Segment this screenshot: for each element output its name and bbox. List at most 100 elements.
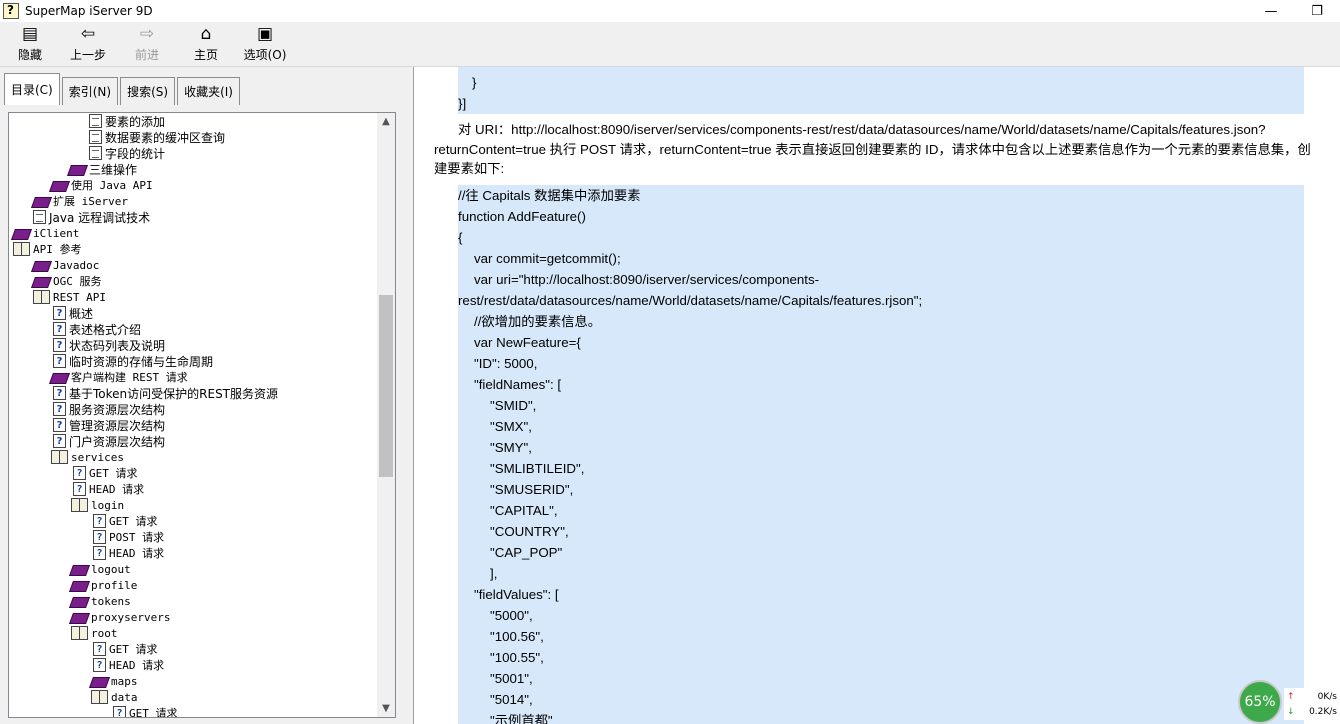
tree-item[interactable]: Java 远程调试技术: [33, 209, 150, 225]
code-line: "5000",: [490, 608, 533, 623]
download-speed: 0.2K/s: [1309, 707, 1337, 717]
page-icon: [89, 146, 102, 160]
scroll-up-icon[interactable]: ▲: [377, 113, 395, 130]
closed-book-icon: [33, 259, 50, 271]
options-label: 选项(O): [243, 48, 287, 62]
tree-item-label: iClient: [33, 226, 80, 240]
tree-item[interactable]: 扩展 iServer: [33, 193, 128, 209]
code-line: "fieldValues": [: [474, 587, 559, 602]
tab-index[interactable]: 索引(N): [61, 77, 119, 105]
minimize-button[interactable]: —: [1248, 0, 1294, 22]
download-arrow-icon: ↓: [1287, 707, 1295, 717]
code-line: "SMUSERID",: [490, 482, 574, 497]
tree-item-label: logout: [91, 562, 131, 576]
tree-item-label: 三维操作: [89, 162, 138, 177]
tree-item[interactable]: ? GET 请求: [73, 465, 138, 481]
tree-item[interactable]: proxyservers: [71, 609, 170, 625]
open-book-icon: [91, 690, 108, 704]
page-icon: [89, 130, 102, 144]
tree-item-label: 数据要素的缓冲区查询: [105, 130, 226, 145]
forward-button[interactable]: ⇨ 前进: [132, 24, 162, 64]
tree-item[interactable]: ? 概述: [53, 305, 93, 321]
back-icon: ⇦: [80, 24, 96, 44]
tree-item[interactable]: 要素的添加: [89, 113, 165, 129]
tree-item[interactable]: 使用 Java API: [51, 177, 153, 193]
tree-item[interactable]: ? 表述格式介绍: [53, 321, 141, 337]
help-topic-icon: ?: [53, 434, 66, 448]
tree-item[interactable]: ? HEAD 请求: [73, 481, 144, 497]
contents-tree: 要素的添加 数据要素的缓冲区查询 字段的统计 三维操作 使用 Java API 扩展 iS…: [8, 112, 396, 718]
tree-item[interactable]: 数据要素的缓冲区查询: [89, 129, 225, 145]
help-topic-icon: ?: [53, 402, 66, 416]
upload-arrow-icon: ↑: [1287, 692, 1295, 702]
back-label: 上一步: [69, 48, 106, 62]
tree-item[interactable]: ? GET 请求: [113, 705, 178, 717]
tree-item-label: proxyservers: [91, 610, 171, 624]
tree-item[interactable]: OGC 服务: [33, 273, 102, 289]
tree-item[interactable]: ? 基于Token访问受保护的REST服务资源: [53, 385, 278, 401]
tree-item[interactable]: services: [51, 449, 124, 465]
help-topic-icon: ?: [93, 642, 106, 656]
tree-item-label: GET 请求: [89, 467, 138, 480]
tree-item[interactable]: iClient: [13, 225, 79, 241]
tree-item[interactable]: 字段的统计: [89, 145, 165, 161]
tab-contents[interactable]: 目录(C): [4, 73, 60, 105]
options-button[interactable]: ▣ 选项(O): [242, 24, 288, 64]
help-topic-icon: ?: [53, 322, 66, 336]
closed-book-icon: [13, 227, 30, 239]
open-book-icon: [51, 450, 68, 464]
code-line: var NewFeature={: [474, 335, 581, 350]
net-speed-box: ↑ 0K/s ↓ 0.2K/s: [1284, 688, 1340, 720]
tree-item[interactable]: maps: [91, 673, 138, 689]
tab-favorites[interactable]: 收藏夹(I): [177, 77, 240, 105]
description-paragraph: 对 URI：http://localhost:8090/iserver/serv…: [434, 122, 1311, 176]
tree-scrollbar[interactable]: ▲ ▼: [377, 113, 395, 717]
tree-item-label: OGC 服务: [53, 275, 102, 288]
page-icon: [89, 114, 102, 128]
hide-button[interactable]: ▤ 隐藏: [14, 24, 46, 64]
code-line: function AddFeature(): [458, 209, 586, 224]
help-topic-icon: ?: [53, 338, 66, 352]
tree-item[interactable]: logout: [71, 561, 131, 577]
restore-button[interactable]: ❐: [1294, 0, 1340, 22]
tree-item-label: GET 请求: [109, 515, 158, 528]
tree-item[interactable]: ? HEAD 请求: [93, 545, 164, 561]
help-topic-icon: ?: [93, 546, 106, 560]
tree-item-label: services: [71, 450, 124, 464]
tree-item[interactable]: ? 门户资源层次结构: [53, 433, 165, 449]
back-button[interactable]: ⇦ 上一步: [68, 24, 108, 64]
code-line: "CAP_POP": [490, 545, 563, 560]
tree-item-label: 管理资源层次结构: [69, 418, 166, 433]
tree-item[interactable]: ? GET 请求: [93, 641, 158, 657]
tab-search[interactable]: 搜索(S): [120, 77, 176, 105]
tree-item[interactable]: ? 临时资源的存储与生命周期: [53, 353, 213, 369]
scroll-thumb[interactable]: [379, 295, 393, 477]
tree-item[interactable]: API 参考: [13, 241, 82, 257]
tree-item[interactable]: ? HEAD 请求: [93, 657, 164, 673]
tree-item[interactable]: REST API: [33, 289, 106, 305]
home-button[interactable]: ⌂ 主页: [191, 24, 221, 64]
tree-item[interactable]: ? 服务资源层次结构: [53, 401, 165, 417]
code-line: "CAPITAL",: [490, 503, 558, 518]
code-line: {: [458, 230, 463, 245]
page-icon: [33, 210, 46, 224]
code-line: var uri="http://localhost:8090/iserver/s…: [474, 272, 820, 287]
tree-item[interactable]: ? 状态码列表及说明: [53, 337, 165, 353]
tree-item[interactable]: profile: [71, 577, 137, 593]
code-line: }: [472, 75, 477, 90]
code-line: var commit=getcommit();: [474, 251, 621, 266]
closed-book-icon: [91, 675, 108, 687]
tree-item[interactable]: tokens: [71, 593, 131, 609]
tree-item[interactable]: data: [91, 689, 138, 705]
tree-item[interactable]: login: [71, 497, 124, 513]
tree-item[interactable]: Javadoc: [33, 257, 99, 273]
tree-item[interactable]: root: [71, 625, 118, 641]
tree-item[interactable]: ? 管理资源层次结构: [53, 417, 165, 433]
tree-item[interactable]: ? GET 请求: [93, 513, 158, 529]
network-monitor[interactable]: 65% ↑ 0K/s ↓ 0.2K/s: [1236, 680, 1340, 724]
tree-item[interactable]: 三维操作: [69, 161, 137, 177]
tree-item[interactable]: 客户端构建 REST 请求: [51, 369, 188, 385]
scroll-down-icon[interactable]: ▼: [377, 700, 395, 717]
tree-item[interactable]: ? POST 请求: [93, 529, 164, 545]
closed-book-icon: [71, 579, 88, 591]
